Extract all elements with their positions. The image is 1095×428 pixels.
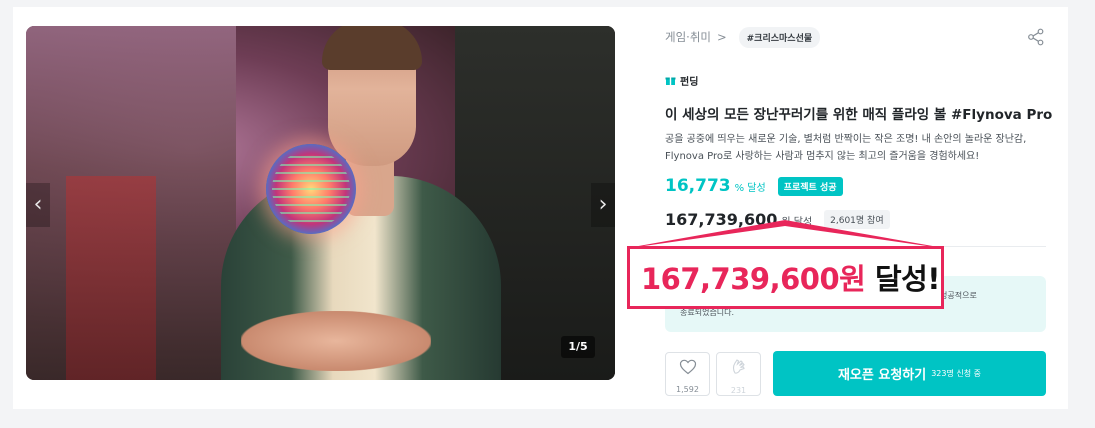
project-type: 펀딩 [665, 73, 698, 88]
callout-pointer [627, 220, 944, 248]
hashtag-badge[interactable]: #크리스마스선물 [738, 26, 821, 48]
rate-value: 16,773 [665, 176, 731, 196]
product-image-gallery[interactable]: ‹ › 1/5 [26, 26, 615, 380]
person-hair [322, 26, 422, 70]
flying-ball-image [266, 144, 356, 234]
callout-suffix: 달성! [874, 262, 941, 296]
gift-icon [665, 77, 676, 85]
gallery-next-button[interactable]: › [591, 183, 615, 227]
achievement-rate: 16,773 % 달성 프로젝트 성공 [665, 176, 843, 196]
breadcrumb-separator: > [716, 30, 727, 44]
cheer-button[interactable]: 231 [716, 352, 761, 396]
background-red-panel [66, 176, 156, 380]
success-badge: 프로젝트 성공 [777, 176, 843, 196]
like-button[interactable]: 1,592 [665, 352, 710, 396]
person-hand [241, 311, 431, 371]
cheer-count: 231 [730, 386, 747, 395]
reopen-request-count: 323명 신청 중 [931, 369, 982, 378]
breadcrumb-category[interactable]: 게임·취미 [665, 29, 711, 45]
project-description: 공을 공중에 띄우는 새로운 기술, 별처럼 반짝이는 작은 조명! 내 손안의… [665, 134, 1027, 162]
share-icon[interactable] [1027, 28, 1045, 46]
gallery-prev-button[interactable]: ‹ [26, 183, 50, 227]
reopen-request-label: 재오픈 요청하기 [837, 368, 927, 383]
project-type-label: 펀딩 [680, 77, 699, 88]
rate-unit: % 달성 [734, 183, 766, 194]
like-count: 1,592 [676, 385, 699, 394]
heart-icon [679, 359, 696, 375]
callout-amount: 167,739,600원 [641, 262, 866, 296]
callout-text: 167,739,600원 달성! [641, 256, 941, 298]
cheer-hand-icon [732, 359, 745, 374]
project-title: 이 세상의 모든 장난꾸러기를 위한 매직 플라잉 볼 #Flynova Pro [665, 107, 1053, 123]
notice-text: 성공적으로 [940, 291, 977, 300]
reopen-request-button[interactable]: 재오픈 요청하기 323명 신청 중 [773, 351, 1046, 396]
breadcrumb: 게임·취미 > #크리스마스선물 [665, 26, 821, 48]
gallery-counter: 1/5 [561, 336, 595, 358]
